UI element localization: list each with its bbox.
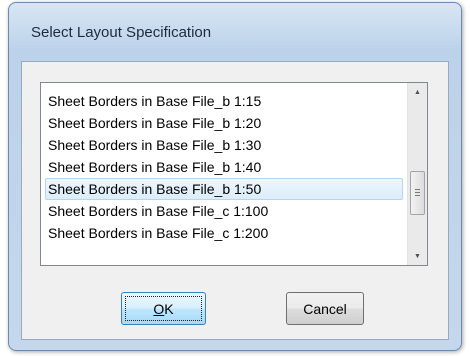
cancel-button[interactable]: Cancel [286, 292, 364, 325]
list-item[interactable]: Sheet Borders in Base File_b 1:15 [45, 90, 403, 112]
dialog-window: Select Layout Specification Sheet Border… [8, 2, 462, 351]
ok-label-rest: K [164, 300, 174, 317]
scroll-up-arrow-icon[interactable]: ▲ [408, 83, 427, 101]
dialog-body: Sheet Borders in Base File_b 1:15 Sheet … [21, 61, 449, 340]
ok-button[interactable]: OK [121, 292, 206, 325]
list-item[interactable]: Sheet Borders in Base File_b 1:40 [45, 156, 403, 178]
list-item[interactable]: Sheet Borders in Base File_b 1:30 [45, 134, 403, 156]
ok-mnemonic: O [153, 300, 165, 317]
vertical-scrollbar[interactable]: ▲ ▼ [407, 83, 427, 265]
thumb-grip-line [415, 189, 420, 190]
list-item[interactable]: Sheet Borders in Base File_b 1:20 [45, 112, 403, 134]
scrollbar-thumb[interactable] [410, 171, 425, 215]
listbox-items: Sheet Borders in Base File_b 1:15 Sheet … [41, 83, 407, 265]
list-item-selected[interactable]: Sheet Borders in Base File_b 1:50 [45, 178, 403, 200]
scroll-down-arrow-icon[interactable]: ▼ [408, 247, 427, 265]
ok-button-focus-rect: OK [125, 296, 202, 321]
list-item[interactable]: Sheet Borders in Base File_c 1:200 [45, 222, 403, 244]
thumb-grip-line [415, 192, 420, 193]
layout-spec-listbox[interactable]: Sheet Borders in Base File_b 1:15 Sheet … [40, 82, 428, 266]
list-item[interactable]: Sheet Borders in Base File_c 1:100 [45, 200, 403, 222]
dialog-title: Select Layout Specification [31, 24, 212, 41]
thumb-grip-line [415, 195, 420, 196]
